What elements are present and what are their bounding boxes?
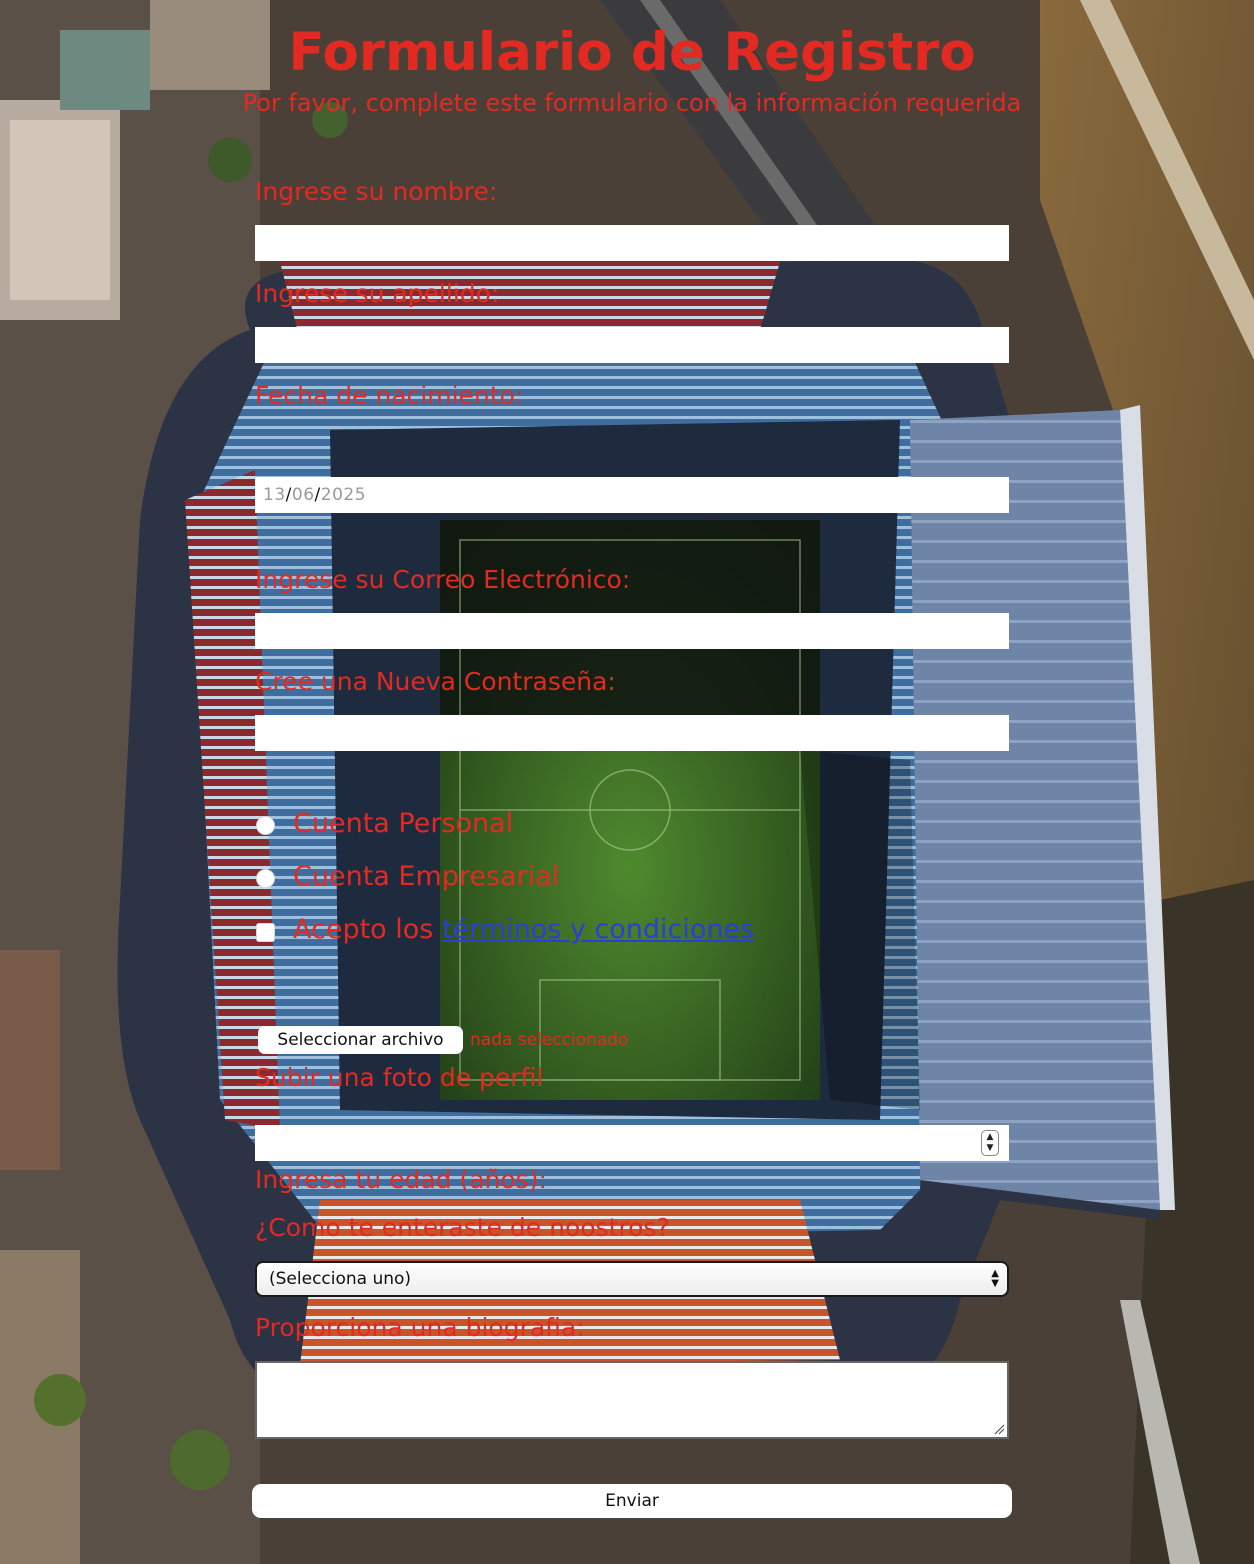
source-select[interactable]: (Selecciona uno) ▲ ▼ bbox=[255, 1261, 1009, 1297]
password-input[interactable] bbox=[255, 715, 1009, 751]
last-name-label: Ingrese su apellido: bbox=[255, 279, 500, 308]
terms-row: Acepto los términos y condiciones bbox=[293, 914, 754, 946]
terms-prefix: Acepto los bbox=[293, 914, 434, 945]
number-stepper-icon[interactable]: ▲ ▼ bbox=[981, 1130, 999, 1156]
terms-link[interactable]: términos y condiciones bbox=[442, 914, 754, 945]
registration-form: Formulario de Registro Por favor, comple… bbox=[0, 0, 1254, 1564]
profile-photo-label: Subir una foto de perfil bbox=[255, 1063, 544, 1092]
account-business-label: Cuenta Empresarial bbox=[293, 861, 560, 892]
source-selected-value: (Selecciona uno) bbox=[269, 1269, 412, 1289]
age-input[interactable]: ▲ ▼ bbox=[255, 1125, 1009, 1161]
password-label: Cree una Nueva Contraseña: bbox=[255, 667, 616, 696]
source-label: ¿Como te enteraste de noostros? bbox=[255, 1213, 670, 1242]
submit-button[interactable]: Enviar bbox=[252, 1484, 1012, 1518]
page-subtitle: Por favor, complete este formulario con … bbox=[242, 89, 1022, 117]
birthdate-year[interactable]: 2025 bbox=[321, 485, 366, 505]
birthdate-day[interactable]: 13 bbox=[263, 485, 286, 505]
page-title: Formulario de Registro bbox=[288, 22, 976, 83]
file-status-text: nada seleccionado bbox=[470, 1030, 629, 1050]
age-label: Ingresa tu edad (años): bbox=[255, 1165, 547, 1194]
terms-checkbox[interactable] bbox=[256, 923, 275, 942]
bio-label: Proporciona una biografia: bbox=[255, 1313, 585, 1342]
last-name-input[interactable] bbox=[255, 327, 1009, 363]
bio-textarea[interactable] bbox=[255, 1361, 1009, 1439]
email-input[interactable] bbox=[255, 613, 1009, 649]
account-personal-label: Cuenta Personal bbox=[293, 808, 514, 839]
resize-grip-icon[interactable] bbox=[993, 1423, 1005, 1435]
first-name-label: Ingrese su nombre: bbox=[255, 177, 498, 206]
first-name-input[interactable] bbox=[255, 225, 1009, 261]
choose-file-button[interactable]: Seleccionar archivo bbox=[258, 1026, 463, 1054]
account-business-radio[interactable] bbox=[256, 869, 275, 888]
account-personal-radio[interactable] bbox=[256, 816, 275, 835]
birthdate-input[interactable]: 13/06/2025 bbox=[255, 477, 1009, 513]
birthdate-label: Fecha de nacimiento: bbox=[255, 381, 524, 410]
birthdate-month[interactable]: 06 bbox=[292, 485, 315, 505]
email-label: Ingrese su Correo Electrónico: bbox=[255, 565, 631, 594]
select-arrows-icon: ▲ ▼ bbox=[991, 1268, 999, 1289]
